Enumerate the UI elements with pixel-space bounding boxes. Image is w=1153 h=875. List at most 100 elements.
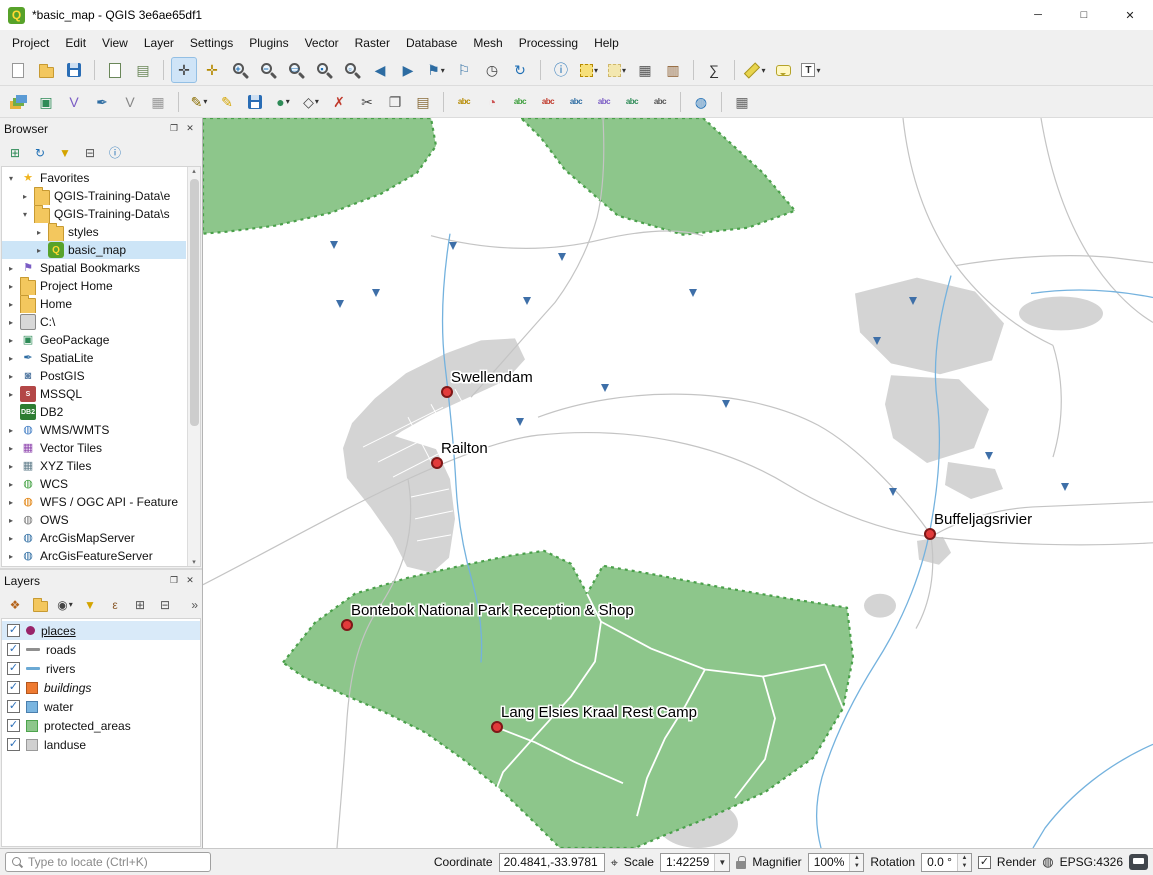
browser-item-wcs[interactable]: ▸◍WCS <box>2 475 186 493</box>
browser-item-postgis[interactable]: ▸◙PostGIS <box>2 367 186 385</box>
rotation-spinbox[interactable]: 0.0 ° ▲▼ <box>921 853 972 872</box>
new-temporary-scratch-layer-button[interactable]: ▦ <box>145 89 171 115</box>
coordinate-extents-toggle-icon[interactable]: ⌖ <box>611 856 618 869</box>
spin-down-icon[interactable]: ▼ <box>850 862 863 871</box>
enable-properties-widget-button[interactable]: ⓘ <box>104 142 126 164</box>
layer-visibility-checkbox[interactable]: ✓ <box>7 738 20 751</box>
expander-closed-icon[interactable]: ▸ <box>6 534 16 543</box>
layer-visibility-checkbox[interactable]: ✓ <box>7 719 20 732</box>
refresh-map-button[interactable]: ↻ <box>507 57 533 83</box>
browser-item-arcgismapserver[interactable]: ▸◍ArcGisMapServer <box>2 529 186 547</box>
paste-features-button[interactable]: ▤ <box>410 89 436 115</box>
locator-input[interactable] <box>28 855 205 869</box>
measure-line-button[interactable]: ▾ <box>742 57 768 83</box>
menu-help[interactable]: Help <box>586 32 627 54</box>
menu-layer[interactable]: Layer <box>136 32 182 54</box>
open-project-button[interactable] <box>33 57 59 83</box>
new-spatial-bookmark-button[interactable]: ⚑▾ <box>423 57 449 83</box>
browser-item-mssql[interactable]: ▸SMSSQL <box>2 385 186 403</box>
menu-mesh[interactable]: Mesh <box>465 32 510 54</box>
rotate-label-button[interactable]: abc <box>619 89 645 115</box>
expander-closed-icon[interactable]: ▸ <box>6 372 16 381</box>
expander-closed-icon[interactable]: ▸ <box>6 426 16 435</box>
zoom-full-button[interactable]: ▭ <box>283 57 309 83</box>
menu-plugins[interactable]: Plugins <box>241 32 296 54</box>
browser-item-qgis-training-data-e[interactable]: ▸QGIS-Training-Data\e <box>2 187 186 205</box>
expander-closed-icon[interactable]: ▸ <box>6 480 16 489</box>
select-features-dropdown-arrow-icon[interactable]: ▾ <box>594 66 598 75</box>
expander-closed-icon[interactable]: ▸ <box>6 498 16 507</box>
menu-processing[interactable]: Processing <box>511 32 586 54</box>
menu-edit[interactable]: Edit <box>57 32 94 54</box>
expander-open-icon[interactable]: ▾ <box>20 210 30 219</box>
save-project-button[interactable] <box>61 57 87 83</box>
digitize-with-segment-dropdown-arrow-icon[interactable]: ▾ <box>286 97 290 106</box>
deselect-features-button[interactable]: ▾ <box>604 57 630 83</box>
expander-closed-icon[interactable]: ▸ <box>6 390 16 399</box>
statistical-summary-button[interactable]: ∑ <box>701 57 727 83</box>
select-features-button[interactable]: ▾ <box>576 57 602 83</box>
refresh-browser-button[interactable]: ↻ <box>29 142 51 164</box>
browser-item-spatial-bookmarks[interactable]: ▸⚑Spatial Bookmarks <box>2 259 186 277</box>
open-layer-styling-panel-button[interactable]: ❖ <box>4 594 26 616</box>
menu-view[interactable]: View <box>94 32 136 54</box>
vertex-tool-dropdown-arrow-icon[interactable]: ▾ <box>315 97 319 106</box>
browser-item-c[interactable]: ▸C:\ <box>2 313 186 331</box>
expander-closed-icon[interactable]: ▸ <box>6 336 16 345</box>
place-marker-icon[interactable] <box>431 457 443 469</box>
browser-scrollbar[interactable]: ▴ ▾ <box>187 167 200 566</box>
menu-database[interactable]: Database <box>398 32 465 54</box>
change-label-properties-button[interactable]: abc <box>647 89 673 115</box>
close-button[interactable]: ✕ <box>1107 0 1153 30</box>
zoom-to-layer-button[interactable]: ▫ <box>339 57 365 83</box>
filter-legend-button[interactable]: ▼ <box>79 594 101 616</box>
show-hide-labels-button[interactable]: abc <box>563 89 589 115</box>
browser-item-wfs-ogc-api-feature[interactable]: ▸◍WFS / OGC API - Feature <box>2 493 186 511</box>
expander-closed-icon[interactable]: ▸ <box>6 354 16 363</box>
menu-raster[interactable]: Raster <box>347 32 398 54</box>
field-calculator-button[interactable]: ▥ <box>660 57 686 83</box>
layer-item-roads[interactable]: ✓roads <box>2 640 200 659</box>
expander-closed-icon[interactable]: ▸ <box>6 552 16 561</box>
browser-item-styles[interactable]: ▸styles <box>2 223 186 241</box>
highlight-pinned-labels-button[interactable]: abc <box>507 89 533 115</box>
digitize-with-segment-button[interactable]: ●▾ <box>270 89 296 115</box>
zoom-out-button[interactable]: − <box>255 57 281 83</box>
browser-item-qgis-training-data-s[interactable]: ▾QGIS-Training-Data\s <box>2 205 186 223</box>
browser-item-spatialite[interactable]: ▸✒SpatiaLite <box>2 349 186 367</box>
manage-map-themes-dropdown-arrow-icon[interactable]: ▾ <box>69 600 73 609</box>
maximize-button[interactable]: □ <box>1061 0 1107 30</box>
scale-dropdown-arrow-icon[interactable]: ▼ <box>714 854 729 871</box>
scroll-thumb[interactable] <box>190 179 199 426</box>
expander-closed-icon[interactable]: ▸ <box>6 300 16 309</box>
zoom-in-button[interactable]: + <box>227 57 253 83</box>
layer-visibility-checkbox[interactable]: ✓ <box>7 681 20 694</box>
browser-item-vector-tiles[interactable]: ▸▦Vector Tiles <box>2 439 186 457</box>
scale-combo[interactable]: 1:42259 ▼ <box>660 853 730 872</box>
add-selected-layers-button[interactable]: ⊞ <box>4 142 26 164</box>
render-checkbox[interactable]: ✓ <box>978 856 991 869</box>
text-annotation-button[interactable]: T▾ <box>798 57 824 83</box>
manage-map-themes-button[interactable]: ◉▾ <box>54 594 76 616</box>
expander-closed-icon[interactable]: ▸ <box>6 444 16 453</box>
layer-item-rivers[interactable]: ✓rivers <box>2 659 200 678</box>
layers-close-button[interactable]: ✕ <box>182 573 198 589</box>
scroll-up-arrow-icon[interactable]: ▴ <box>192 167 196 175</box>
browser-item-geopackage[interactable]: ▸▣GeoPackage <box>2 331 186 349</box>
browser-item-ows[interactable]: ▸◍OWS <box>2 511 186 529</box>
deselect-features-dropdown-arrow-icon[interactable]: ▾ <box>622 66 626 75</box>
expander-closed-icon[interactable]: ▸ <box>6 462 16 471</box>
new-shapefile-layer-button[interactable]: V <box>61 89 87 115</box>
scroll-down-arrow-icon[interactable]: ▾ <box>192 558 196 566</box>
expander-closed-icon[interactable]: ▸ <box>34 228 44 237</box>
layer-item-landuse[interactable]: ✓landuse <box>2 735 200 754</box>
show-spatial-bookmarks-button[interactable]: ⚐ <box>451 57 477 83</box>
new-print-layout-button[interactable] <box>102 57 128 83</box>
new-spatial-bookmark-dropdown-arrow-icon[interactable]: ▾ <box>441 66 445 75</box>
remove-layer-group-button[interactable]: ⊟ <box>154 594 176 616</box>
scale-lock-icon[interactable] <box>736 861 746 869</box>
open-attribute-table-button[interactable]: ▦ <box>632 57 658 83</box>
layer-labeling-options-button[interactable]: abc <box>451 89 477 115</box>
expander-closed-icon[interactable]: ▸ <box>34 246 44 255</box>
browser-float-button[interactable]: ❐ <box>166 121 182 137</box>
